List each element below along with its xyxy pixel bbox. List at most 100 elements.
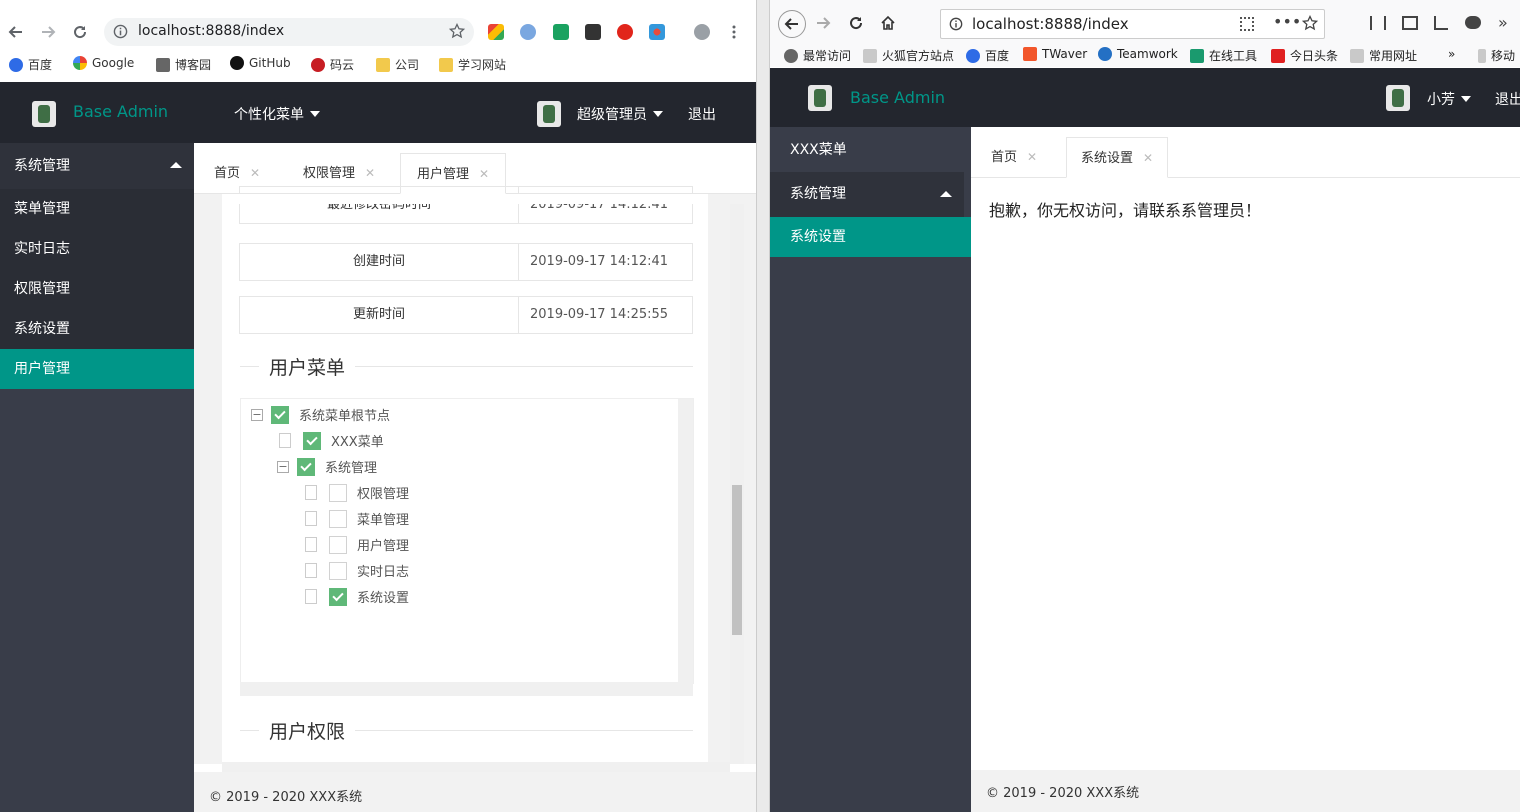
close-icon[interactable]: ✕ bbox=[479, 167, 489, 181]
tab-home[interactable]: 首页 ✕ bbox=[991, 137, 1037, 177]
logo-icon bbox=[808, 85, 832, 111]
bookmark-item[interactable]: 移动 bbox=[1478, 47, 1515, 64]
sidebar-item-users[interactable]: 用户管理 bbox=[0, 349, 194, 389]
checkbox[interactable] bbox=[297, 457, 315, 476]
more-icon[interactable]: ••• bbox=[1273, 12, 1301, 31]
overflow-icon[interactable]: » bbox=[1498, 13, 1508, 32]
sidebar-item-settings[interactable]: 系统设置 bbox=[0, 309, 194, 349]
info-icon[interactable] bbox=[949, 17, 963, 31]
tree-node[interactable]: 用户管理 bbox=[305, 535, 409, 554]
panel-vscrollbar[interactable] bbox=[730, 204, 744, 764]
bookmark-item[interactable]: 火狐官方站点 bbox=[863, 47, 954, 64]
checkbox[interactable] bbox=[329, 561, 347, 580]
star-icon[interactable] bbox=[1302, 15, 1318, 31]
sidebar-item-permission[interactable]: 权限管理 bbox=[0, 269, 194, 309]
close-icon[interactable]: ✕ bbox=[365, 166, 375, 180]
info-row: 更新时间 2019-09-17 14:25:55 bbox=[239, 296, 693, 334]
close-icon[interactable]: ✕ bbox=[250, 166, 260, 180]
bookmark-item[interactable]: Google bbox=[73, 56, 134, 70]
file-icon bbox=[305, 563, 317, 578]
sidebar-item-log[interactable]: 实时日志 bbox=[0, 229, 194, 269]
overflow-icon[interactable]: » bbox=[1448, 47, 1455, 61]
tree-node[interactable]: XXX菜单 bbox=[279, 431, 384, 450]
profile-icon[interactable] bbox=[694, 24, 710, 40]
extension-icon[interactable] bbox=[520, 24, 536, 40]
checkbox[interactable] bbox=[329, 483, 347, 502]
checkbox[interactable] bbox=[329, 587, 347, 606]
user-menu[interactable]: 超级管理员 bbox=[577, 104, 663, 124]
menu-tree: − 系统菜单根节点 XXX菜单 − 系统管理 权限管理 菜单管理 用户管理 实时日志… bbox=[240, 398, 694, 684]
tree-vscrollbar[interactable] bbox=[678, 399, 693, 683]
folder-icon bbox=[1350, 48, 1364, 63]
chat-icon[interactable] bbox=[1465, 16, 1481, 29]
checkbox[interactable] bbox=[329, 535, 347, 554]
sidebar-icon[interactable] bbox=[1402, 16, 1418, 30]
tree-node[interactable]: 菜单管理 bbox=[305, 509, 409, 528]
info-icon[interactable] bbox=[113, 24, 128, 39]
checkbox[interactable] bbox=[329, 509, 347, 528]
forward-icon[interactable] bbox=[815, 15, 831, 31]
collapse-icon[interactable]: − bbox=[277, 460, 289, 473]
star-icon[interactable] bbox=[449, 23, 465, 39]
tab-settings[interactable]: 系统设置 ✕ bbox=[1066, 137, 1169, 178]
tree-node[interactable]: 实时日志 bbox=[305, 561, 409, 580]
shield-extension-icon[interactable] bbox=[553, 24, 569, 40]
user-menu[interactable]: 小芳 bbox=[1427, 89, 1471, 109]
personal-menu[interactable]: 个性化菜单 bbox=[234, 104, 320, 124]
tree-node[interactable]: − 系统菜单根节点 bbox=[251, 405, 390, 424]
tree-node[interactable]: 权限管理 bbox=[305, 483, 409, 502]
collapse-icon[interactable]: − bbox=[251, 408, 263, 421]
sidebar-item-menu[interactable]: 菜单管理 bbox=[0, 189, 194, 229]
brand-title: Base Admin bbox=[73, 102, 169, 121]
file-icon bbox=[305, 589, 317, 604]
sidebar-item-xxx[interactable]: XXX菜单 bbox=[770, 130, 964, 170]
reload-icon[interactable] bbox=[848, 15, 864, 31]
menu-dots-icon[interactable] bbox=[727, 24, 741, 40]
bookmark-item[interactable]: 学习网站 bbox=[439, 56, 506, 73]
back-icon[interactable] bbox=[778, 10, 806, 38]
logout-link[interactable]: 退出 bbox=[1495, 89, 1520, 109]
extension-icon[interactable] bbox=[488, 24, 504, 40]
sidebar: 系统管理 菜单管理 实时日志 权限管理 系统设置 用户管理 bbox=[0, 143, 194, 812]
no-access-message: 抱歉，你无权访问，请联系系管理员！ bbox=[989, 201, 1262, 220]
library-icon[interactable] bbox=[1370, 16, 1386, 30]
bookmark-item[interactable]: 在线工具 bbox=[1190, 47, 1257, 64]
tool-icon bbox=[1190, 48, 1204, 63]
sidebar-item-settings[interactable]: 系统设置 bbox=[770, 217, 971, 257]
bookmark-item[interactable]: 码云 bbox=[311, 56, 354, 73]
extension-icon[interactable] bbox=[585, 24, 601, 40]
bookmark-item[interactable]: 百度 bbox=[9, 56, 52, 73]
close-icon[interactable]: ✕ bbox=[1143, 151, 1153, 165]
forward-icon[interactable] bbox=[37, 21, 59, 43]
panel-hscrollbar[interactable] bbox=[222, 762, 730, 772]
scroll-thumb[interactable] bbox=[732, 485, 742, 635]
extension-icon[interactable] bbox=[617, 24, 633, 40]
extension-icon[interactable] bbox=[649, 24, 665, 40]
bookmark-item[interactable]: 博客园 bbox=[156, 56, 211, 73]
bookmark-item[interactable]: TWaver bbox=[1023, 47, 1087, 61]
crop-icon[interactable] bbox=[1434, 16, 1448, 30]
tab-bar: 首页 ✕ 系统设置 ✕ bbox=[971, 127, 1520, 178]
close-icon[interactable]: ✕ bbox=[1027, 150, 1037, 164]
bookmark-item[interactable]: 常用网址 bbox=[1350, 47, 1417, 64]
bookmark-item[interactable]: 今日头条 bbox=[1271, 47, 1338, 64]
logout-link[interactable]: 退出 bbox=[688, 104, 716, 124]
sidebar: XXX菜单 系统管理 系统设置 bbox=[770, 127, 971, 812]
tree-node[interactable]: − 系统管理 bbox=[277, 457, 377, 476]
tree-hscrollbar[interactable] bbox=[240, 682, 693, 696]
baidu-icon bbox=[9, 57, 23, 72]
checkbox[interactable] bbox=[303, 431, 321, 450]
home-icon[interactable] bbox=[880, 15, 896, 31]
bookmark-item[interactable]: GitHub bbox=[230, 56, 291, 70]
bookmark-item[interactable]: 最常访问 bbox=[784, 47, 851, 64]
tree-node[interactable]: 系统设置 bbox=[305, 587, 409, 606]
reload-icon[interactable] bbox=[69, 21, 91, 43]
sidebar-group-system[interactable]: 系统管理 bbox=[770, 172, 964, 217]
bookmark-item[interactable]: 百度 bbox=[966, 47, 1009, 64]
bookmark-item[interactable]: 公司 bbox=[376, 56, 419, 73]
back-icon[interactable] bbox=[5, 21, 27, 43]
qr-icon[interactable] bbox=[1240, 17, 1254, 31]
sidebar-group-system[interactable]: 系统管理 bbox=[0, 143, 194, 189]
bookmark-item[interactable]: Teamwork bbox=[1098, 47, 1178, 61]
checkbox[interactable] bbox=[271, 405, 289, 424]
